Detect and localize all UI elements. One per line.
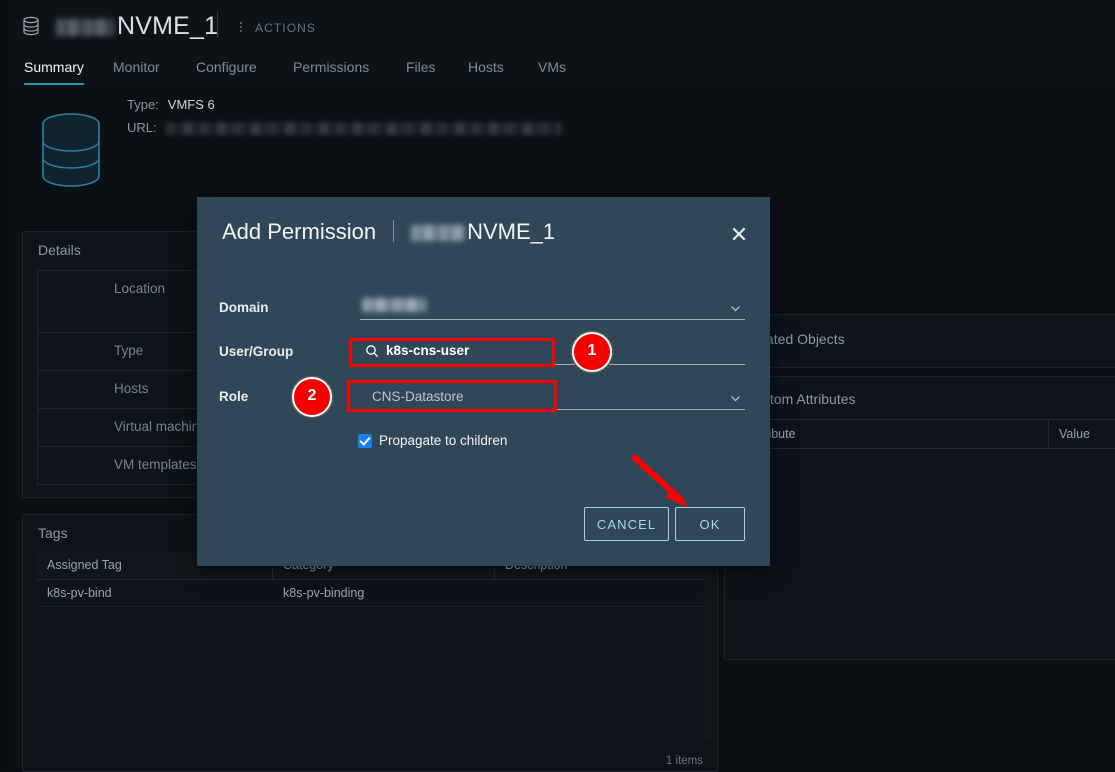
chevron-down-icon — [730, 391, 741, 402]
checkbox-checked-icon — [358, 434, 372, 448]
related-objects-panel: Related Objects — [724, 314, 1115, 368]
tab-files[interactable]: Files — [406, 59, 436, 83]
user-group-value: k8s-cns-user — [386, 343, 470, 358]
tags-item-count: 1 items — [665, 755, 703, 767]
url-row: URL: — [127, 120, 561, 136]
datastore-large-icon — [32, 112, 110, 188]
details-panel-title: Details — [38, 242, 81, 258]
redacted-prefix — [56, 18, 114, 36]
vertical-dots-icon — [237, 22, 247, 34]
custom-attr-col-attribute[interactable]: Attribute — [739, 420, 1049, 448]
tags-cell-description — [495, 580, 703, 606]
custom-attributes-table: Attribute Value — [739, 419, 1115, 449]
dialog-title: Add Permission NVME_1 — [222, 219, 555, 245]
close-icon[interactable]: ✕ — [728, 224, 750, 247]
tags-cell-category: k8s-pv-binding — [283, 586, 365, 600]
redacted-domain-value — [362, 298, 426, 312]
custom-attributes-header: Attribute Value — [739, 419, 1115, 449]
details-label-hosts: Hosts — [114, 381, 149, 396]
search-icon — [365, 344, 379, 358]
url-label: URL: — [127, 120, 157, 135]
top-bar: NVME_1 ACTIONS — [8, 0, 1115, 52]
redacted-url-value — [165, 122, 561, 136]
propagate-label: Propagate to children — [379, 433, 508, 448]
tab-vms[interactable]: VMs — [538, 59, 566, 83]
type-label: Type: — [127, 97, 159, 112]
type-row: Type: VMFS 6 — [127, 97, 215, 112]
tab-permissions[interactable]: Permissions — [293, 59, 369, 83]
custom-attr-col-value[interactable]: Value — [1049, 420, 1115, 448]
actions-label: ACTIONS — [255, 21, 317, 35]
chevron-down-icon — [730, 301, 741, 312]
tab-summary[interactable]: Summary — [24, 59, 84, 85]
title-separator — [217, 12, 218, 38]
details-label-location: Location — [114, 281, 166, 296]
user-group-input[interactable]: k8s-cns-user — [360, 340, 745, 365]
role-select[interactable]: CNS-Datastore — [360, 385, 745, 410]
actions-menu-button[interactable]: ACTIONS — [237, 21, 316, 35]
redacted-prefix — [411, 225, 466, 242]
role-value: CNS-Datastore — [372, 389, 464, 404]
step-badge-1: 1 — [572, 332, 612, 372]
details-label-vm-templates: VM templates — [114, 457, 197, 472]
datastore-icon — [20, 15, 42, 37]
tab-bar: Summary Monitor Configure Permissions Fi… — [8, 52, 1115, 87]
ok-button[interactable]: OK — [675, 507, 745, 541]
propagate-to-children-checkbox[interactable]: Propagate to children — [358, 432, 507, 450]
tags-scrollbar[interactable] — [703, 551, 711, 741]
object-name: NVME_1 — [117, 12, 219, 40]
tab-configure[interactable]: Configure — [196, 59, 257, 83]
tab-monitor[interactable]: Monitor — [113, 59, 160, 83]
tags-panel-title: Tags — [38, 525, 68, 541]
dialog-title-separator — [393, 220, 395, 242]
dialog-object-name: NVME_1 — [467, 219, 556, 244]
user-group-label: User/Group — [219, 344, 294, 359]
step-badge-2: 2 — [292, 377, 332, 417]
dialog-title-text: Add Permission — [222, 219, 377, 244]
type-value: VMFS 6 — [167, 97, 215, 112]
role-label: Role — [219, 389, 249, 404]
tags-cell-assigned-tag: k8s-pv-bind — [47, 586, 112, 600]
details-label-type: Type — [114, 343, 144, 358]
tab-hosts[interactable]: Hosts — [468, 59, 504, 83]
custom-attributes-panel: Custom Attributes Attribute Value — [724, 376, 1115, 660]
table-row[interactable]: k8s-pv-bind k8s-pv-binding — [37, 580, 703, 607]
domain-select[interactable] — [360, 295, 745, 320]
cancel-button[interactable]: CANCEL — [584, 507, 669, 541]
page-title: NVME_1 — [56, 12, 218, 41]
domain-label: Domain — [219, 300, 269, 315]
